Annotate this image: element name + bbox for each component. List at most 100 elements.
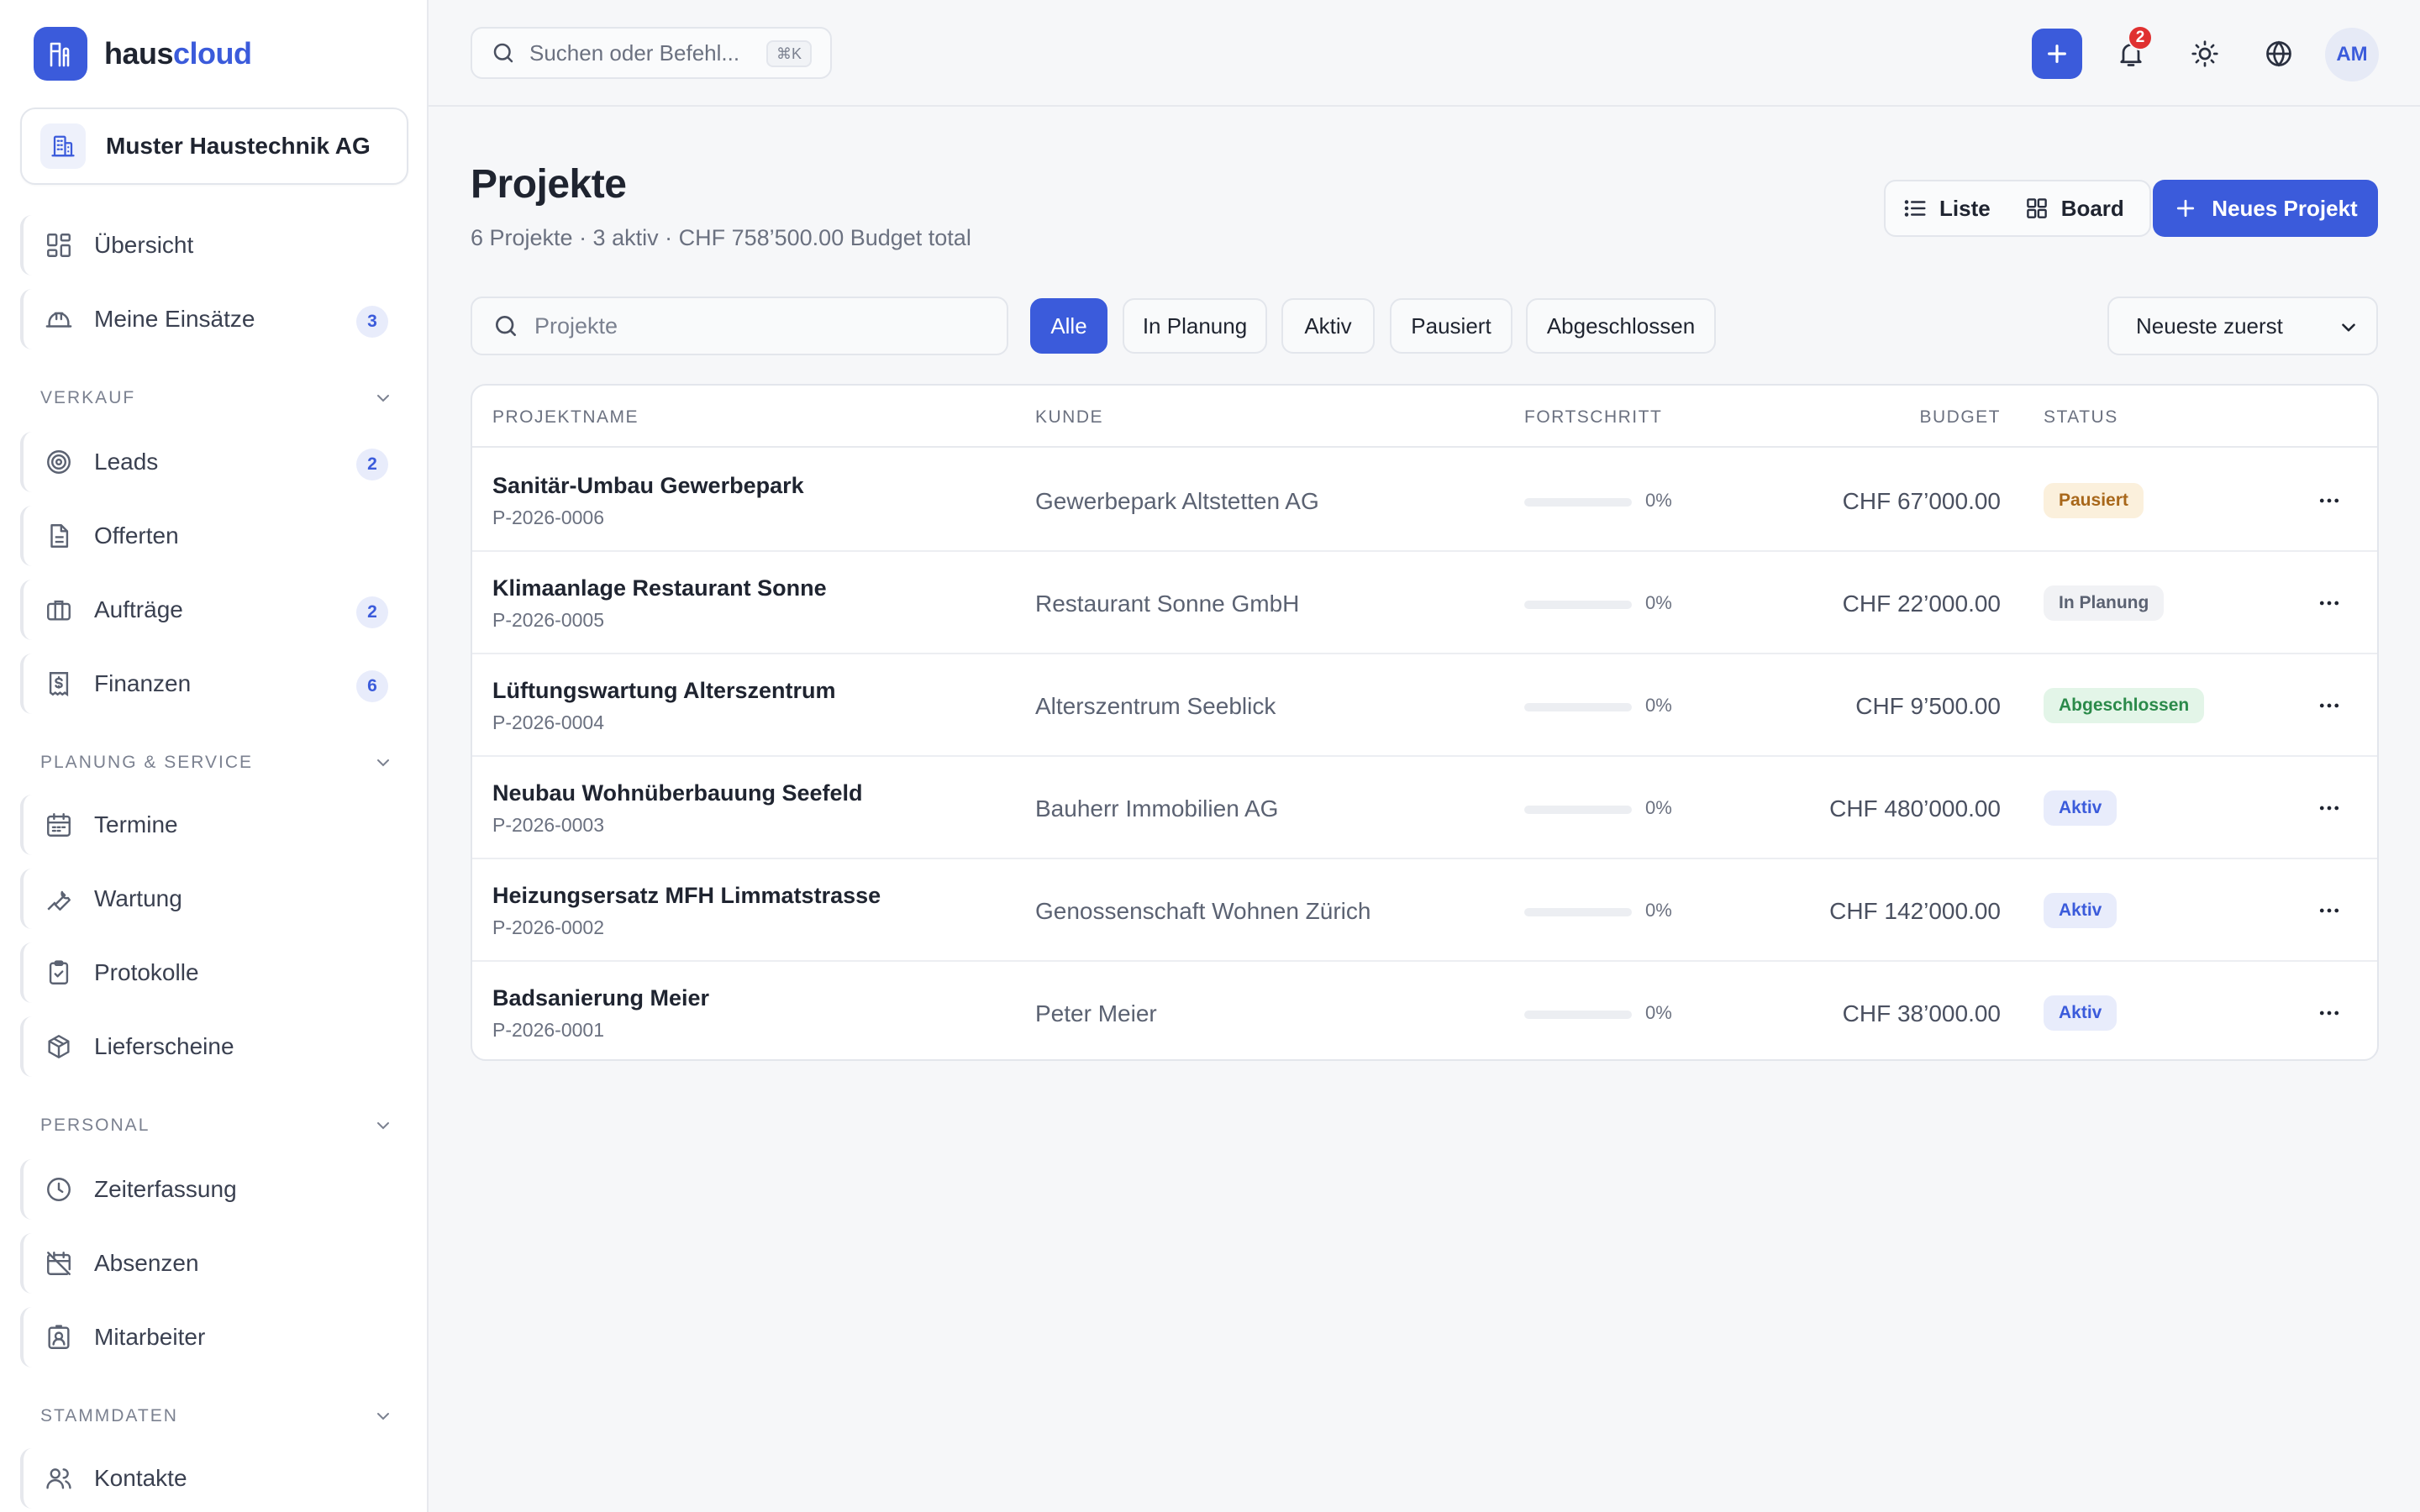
sidebar-item-absenzen[interactable]: Absenzen (20, 1233, 408, 1294)
column-header-client[interactable]: Kunde (1035, 407, 1103, 428)
section-title: Stammdaten (40, 1406, 178, 1425)
new-project-button[interactable]: Neues Projekt (2153, 180, 2378, 237)
filter-alle[interactable]: Alle (1030, 298, 1107, 354)
progress-bar (1524, 908, 1632, 916)
project-search-input[interactable] (534, 312, 988, 339)
building-icon (40, 123, 86, 169)
column-header-name[interactable]: Projektname (492, 407, 639, 428)
client-name: Genossenschaft Wohnen Zürich (1035, 898, 1371, 924)
more-actions-button[interactable] (2312, 998, 2346, 1028)
brand[interactable]: hauscloud (34, 25, 252, 82)
sidebar-item-label: Zeiterfassung (94, 1176, 237, 1202)
project-name[interactable]: Badsanierung Meier (492, 985, 709, 1011)
quick-add-button[interactable] (2032, 29, 2082, 79)
page-summary: 6 Projekte · 3 aktiv · CHF 758’500.00 Bu… (471, 225, 971, 250)
filter-aktiv[interactable]: Aktiv (1281, 298, 1375, 354)
sidebar-item-lieferscheine[interactable]: Lieferscheine (20, 1016, 408, 1077)
table-row[interactable]: Neubau Wohnüberbauung Seefeld P-2026-0003… (472, 757, 2377, 859)
sort-selected-value: Neueste zuerst (2136, 312, 2283, 339)
sidebar-item-wartung[interactable]: Wartung (20, 869, 408, 929)
sort-select[interactable]: Neueste zuerst (2107, 297, 2378, 355)
company-switcher[interactable]: Muster Haustechnik AG (20, 108, 408, 185)
table-row[interactable]: Klimaanlage Restaurant Sonne P-2026-0005 R… (472, 552, 2377, 654)
table-row[interactable]: Sanitär-Umbau Gewerbepark P-2026-0006 Gewe… (472, 449, 2377, 552)
sidebar-item-uebersicht[interactable]: Übersicht (20, 215, 408, 276)
command-search[interactable]: Suchen oder Befehl... ⌘K (471, 27, 832, 79)
column-header-budget[interactable]: Budget (1919, 407, 2001, 428)
project-name[interactable]: Neubau Wohnüberbauung Seefeld (492, 780, 863, 806)
filter-abgeschlossen[interactable]: Abgeschlossen (1526, 298, 1716, 354)
chevron-down-icon (373, 388, 393, 408)
more-actions-button[interactable] (2312, 793, 2346, 823)
brand-name-part1: haus (104, 36, 174, 71)
project-name[interactable]: Lüftungswartung Alterszentrum (492, 678, 836, 704)
view-list-button[interactable]: Liste (1886, 181, 2007, 235)
sidebar-item-offerten[interactable]: Offerten (20, 506, 408, 566)
table-header: Projektname Kunde Fortschritt Budget Sta… (472, 386, 2377, 448)
plus-icon (2044, 40, 2070, 67)
sidebar-item-finanzen[interactable]: Finanzen 6 (20, 654, 408, 714)
chevron-down-icon (2338, 317, 2360, 339)
sidebar-item-zeiterfassung[interactable]: Zeiterfassung (20, 1159, 408, 1220)
topbar: Suchen oder Befehl... ⌘K 2 AM (429, 0, 2420, 107)
sidebar-item-termine[interactable]: Termine (20, 795, 408, 855)
sidebar-item-auftraege[interactable]: Aufträge 2 (20, 580, 408, 640)
project-id: P-2026-0005 (492, 609, 604, 631)
sidebar-item-meine-einsaetze[interactable]: Meine Einsätze 3 (20, 289, 408, 349)
project-name[interactable]: Klimaanlage Restaurant Sonne (492, 575, 827, 601)
progress-label: 0% (1645, 1002, 1672, 1023)
new-project-label: Neues Projekt (2212, 195, 2358, 221)
section-header-verkauf[interactable]: Verkauf (40, 388, 393, 408)
project-name[interactable]: Heizungsersatz MFH Limmatstrasse (492, 883, 881, 909)
progress-label: 0% (1645, 900, 1672, 921)
status-badge: Aktiv (2044, 893, 2118, 928)
sidebar-item-kontakte[interactable]: Kontakte (20, 1448, 408, 1509)
table-row[interactable]: Lüftungswartung Alterszentrum P-2026-0004… (472, 654, 2377, 757)
project-search[interactable] (471, 297, 1008, 355)
sidebar-item-mitarbeiter[interactable]: Mitarbeiter (20, 1307, 408, 1368)
more-actions-button[interactable] (2312, 895, 2346, 926)
more-actions-button[interactable] (2312, 588, 2346, 618)
section-header-planung-service[interactable]: Planung & Service (40, 753, 393, 773)
shortcut-hint: ⌘K (765, 40, 812, 67)
more-horizontal-icon (2317, 693, 2342, 718)
briefcase-icon (44, 595, 74, 625)
section-header-personal[interactable]: Personal (40, 1116, 393, 1136)
target-icon (44, 447, 74, 477)
section-header-stammdaten[interactable]: Stammdaten (40, 1406, 393, 1426)
count-badge: 2 (356, 449, 388, 480)
document-icon (44, 521, 74, 551)
filter-pausiert[interactable]: Pausiert (1390, 298, 1512, 354)
status-badge: Abgeschlossen (2044, 688, 2205, 723)
column-header-status[interactable]: Status (2044, 407, 2118, 428)
table-row[interactable]: Heizungsersatz MFH Limmatstrasse P-2026-0… (472, 859, 2377, 962)
column-header-progress[interactable]: Fortschritt (1524, 407, 1662, 428)
project-name[interactable]: Sanitär-Umbau Gewerbepark (492, 473, 804, 499)
progress-bar (1524, 498, 1632, 507)
sidebar-item-label: Meine Einsätze (94, 306, 255, 332)
view-board-button[interactable]: Board (2007, 181, 2141, 235)
more-actions-button[interactable] (2312, 486, 2346, 516)
user-avatar[interactable]: AM (2325, 28, 2379, 81)
theme-toggle-button[interactable] (2180, 29, 2230, 79)
id-badge-icon (44, 1322, 74, 1352)
more-horizontal-icon (2317, 591, 2342, 616)
client-name: Bauherr Immobilien AG (1035, 795, 1279, 822)
project-id: P-2026-0002 (492, 916, 604, 938)
section-title: Planung & Service (40, 753, 254, 772)
filter-in-planung[interactable]: In Planung (1123, 298, 1267, 354)
budget-value: CHF 480’000.00 (1829, 795, 2001, 822)
table-row[interactable]: Badsanierung Meier P-2026-0001 Peter Meier… (472, 962, 2377, 1059)
language-button[interactable] (2254, 29, 2304, 79)
sidebar-item-label: Absenzen (94, 1250, 199, 1276)
sidebar-item-leads[interactable]: Leads 2 (20, 432, 408, 492)
more-actions-button[interactable] (2312, 690, 2346, 721)
notifications-button[interactable]: 2 (2106, 25, 2156, 79)
budget-value: CHF 38’000.00 (1842, 1000, 2001, 1026)
project-id: P-2026-0001 (492, 1019, 604, 1041)
more-horizontal-icon (2317, 1000, 2342, 1026)
sidebar-item-protokolle[interactable]: Protokolle (20, 942, 408, 1003)
sidebar-item-label: Offerten (94, 522, 179, 549)
sidebar-item-label: Leads (94, 449, 159, 475)
view-board-label: Board (2060, 195, 2124, 221)
